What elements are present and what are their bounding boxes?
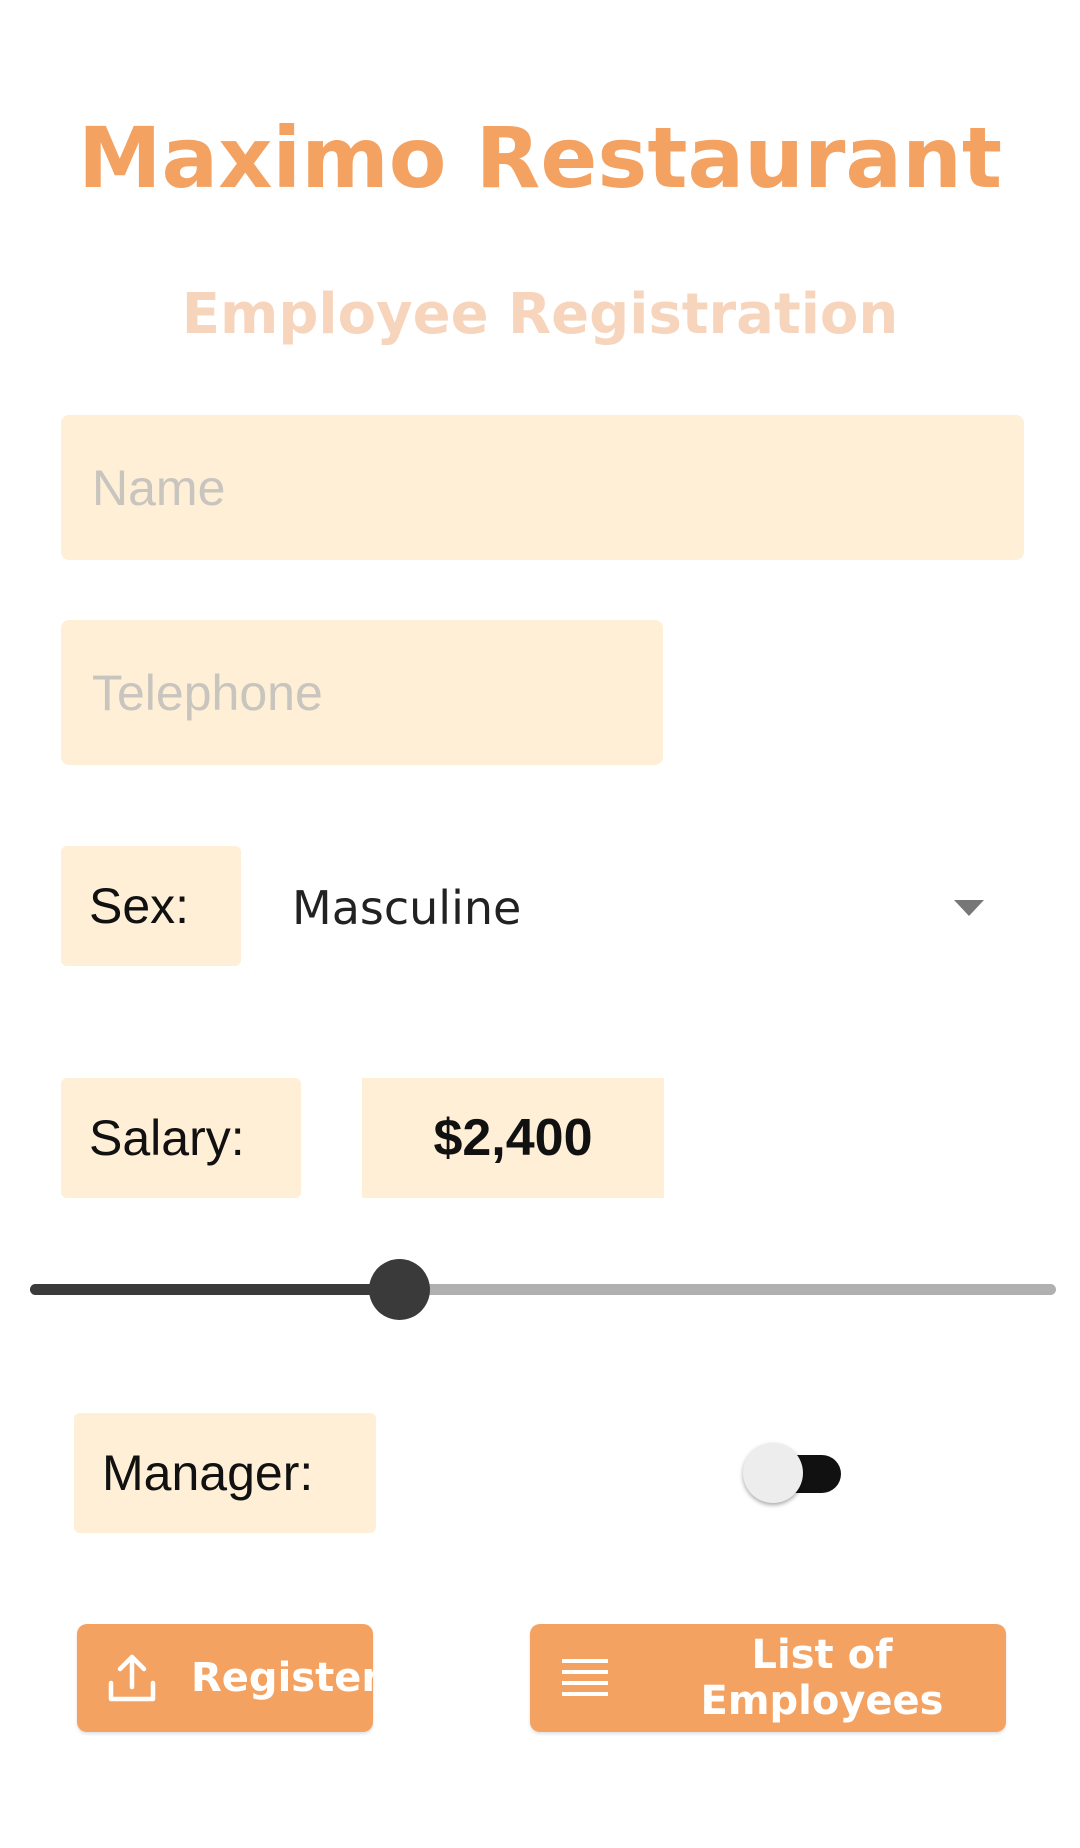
sex-select[interactable]: Masculine	[262, 856, 1024, 960]
upload-icon	[105, 1651, 159, 1705]
salary-slider[interactable]	[30, 1250, 1056, 1330]
slider-active-track	[30, 1284, 400, 1295]
salary-label: Salary:	[61, 1078, 301, 1198]
salary-value: $2,400	[362, 1078, 664, 1198]
page-subtitle: Employee Registration	[181, 282, 899, 347]
sex-selected-value: Masculine	[292, 881, 522, 935]
dropdown-arrow-icon	[954, 900, 984, 916]
telephone-input[interactable]	[61, 620, 663, 765]
register-button[interactable]: Register	[77, 1624, 381, 1732]
manager-label: Manager:	[74, 1413, 376, 1533]
sex-label: Sex:	[61, 846, 241, 966]
register-button-label: Register	[191, 1655, 382, 1701]
manager-switch[interactable]	[743, 1441, 841, 1505]
list-employees-button[interactable]: List of Employees	[530, 1624, 1006, 1732]
list-icon	[558, 1651, 612, 1705]
app-title: Maximo Restaurant	[77, 109, 1003, 207]
slider-thumb[interactable]	[369, 1259, 431, 1320]
list-employees-button-label: List of Employees	[700, 1632, 944, 1724]
switch-thumb	[743, 1443, 803, 1503]
registration-screen: Maximo Restaurant Employee Registration …	[0, 0, 1080, 1848]
name-input[interactable]	[61, 415, 1024, 560]
